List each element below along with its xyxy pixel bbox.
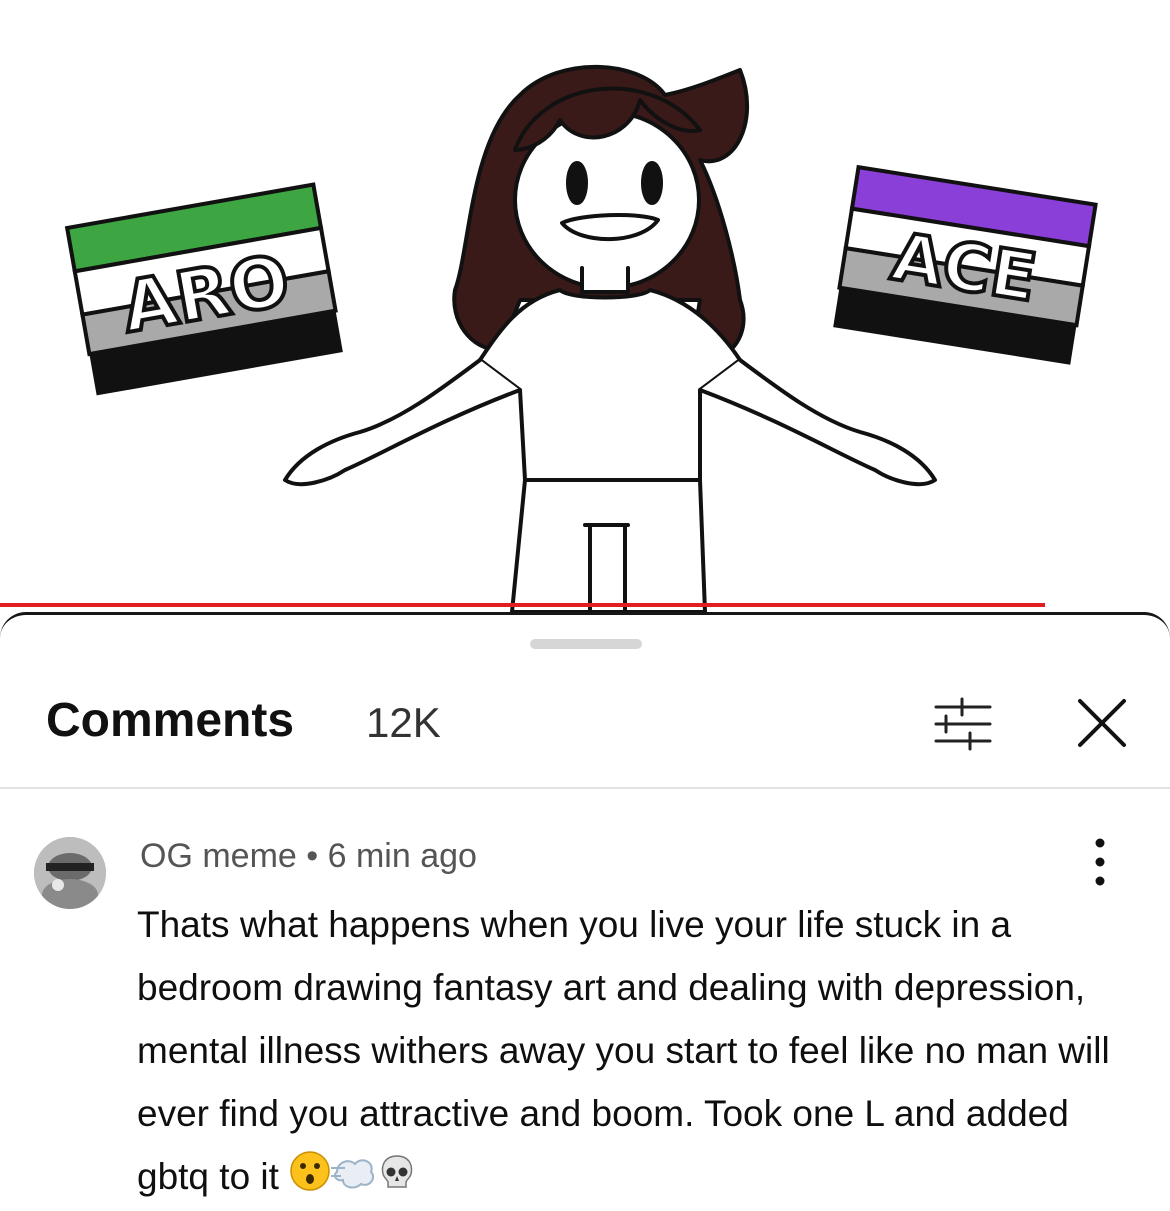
avatar[interactable] — [34, 837, 106, 909]
video-frame-illustration: ARO ACE — [64, 64, 1098, 612]
aro-flag: ARO — [64, 182, 343, 396]
meta-separator: • — [306, 837, 319, 875]
ace-flag: ACE — [833, 164, 1098, 365]
video-progress-bar[interactable] — [0, 603, 1045, 607]
video-player[interactable]: ARO ACE — [0, 0, 1170, 612]
sliders-icon[interactable] — [932, 695, 994, 753]
comments-title: Comments — [46, 694, 295, 747]
close-icon[interactable] — [1074, 695, 1130, 751]
hushed-face-icon — [289, 1148, 331, 1211]
more-vert-icon[interactable] — [1088, 833, 1112, 891]
comment-text: Thats what happens when you live your li… — [137, 893, 1137, 1211]
divider — [0, 787, 1170, 789]
drag-handle[interactable] — [530, 639, 642, 649]
comment-text-content: Thats what happens when you live your li… — [137, 904, 1110, 1197]
comment-meta: OG meme • 6 min ago — [140, 837, 477, 876]
comment-author[interactable]: OG meme — [140, 837, 297, 875]
cartoon-character — [283, 64, 937, 612]
comments-sheet: Comments 12K OG meme • 6 min ago Thats w… — [0, 612, 1170, 1208]
comment-time: 6 min ago — [327, 837, 477, 875]
skull-icon — [377, 1148, 417, 1211]
dash-icon — [331, 1148, 377, 1211]
comments-count: 12K — [366, 699, 441, 746]
